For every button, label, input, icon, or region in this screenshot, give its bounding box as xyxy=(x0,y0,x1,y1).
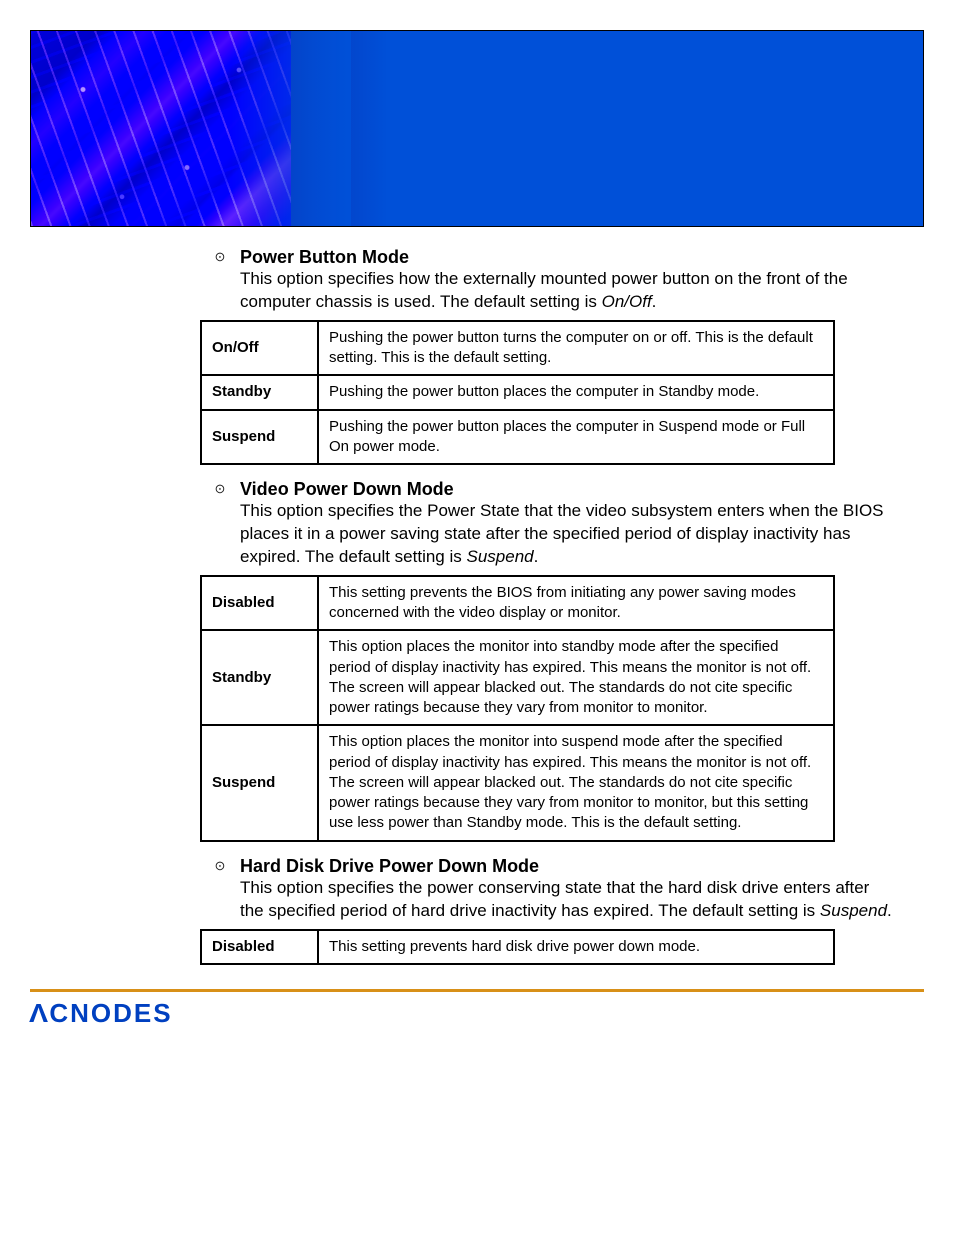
table-row: Standby This option places the monitor i… xyxy=(201,630,834,725)
section-body-em: Suspend xyxy=(467,547,534,566)
section-body-post: . xyxy=(652,292,657,311)
section-body-text: This option specifies the Power State th… xyxy=(240,501,884,566)
section-hdd-power-down: ⊙ Hard Disk Drive Power Down Mode This o… xyxy=(200,856,894,923)
bullet-icon: ⊙ xyxy=(200,479,240,497)
section-title: Power Button Mode xyxy=(240,247,409,268)
options-table-video: Disabled This setting prevents the BIOS … xyxy=(200,575,835,842)
section-body-em: Suspend xyxy=(820,901,887,920)
footer-divider xyxy=(30,989,924,992)
section-body-text: This option specifies how the externally… xyxy=(240,269,848,311)
option-label: Disabled xyxy=(201,930,318,964)
option-desc: Pushing the power button turns the compu… xyxy=(318,321,834,376)
option-label: On/Off xyxy=(201,321,318,376)
banner-fade xyxy=(231,31,351,226)
table-row: Suspend This option places the monitor i… xyxy=(201,725,834,840)
table-row: Disabled This setting prevents hard disk… xyxy=(201,930,834,964)
brand-logo: ΛCNODES xyxy=(30,998,954,1029)
section-body: This option specifies how the externally… xyxy=(240,268,894,314)
section-body-em: On/Off xyxy=(602,292,652,311)
table-row: Suspend Pushing the power button places … xyxy=(201,410,834,465)
section-body-text: This option specifies the power conservi… xyxy=(240,878,869,920)
option-desc: This setting prevents the BIOS from init… xyxy=(318,576,834,631)
table-row: Standby Pushing the power button places … xyxy=(201,375,834,409)
section-video-power-down: ⊙ Video Power Down Mode This option spec… xyxy=(200,479,894,569)
content: ⊙ Power Button Mode This option specifie… xyxy=(200,247,894,965)
option-desc: This option places the monitor into susp… xyxy=(318,725,834,840)
option-desc: Pushing the power button places the comp… xyxy=(318,410,834,465)
section-body-post: . xyxy=(534,547,539,566)
header-banner xyxy=(30,30,924,227)
options-table-hdd: Disabled This setting prevents hard disk… xyxy=(200,929,835,965)
brand-text: CNODES xyxy=(49,998,172,1028)
option-desc: This setting prevents hard disk drive po… xyxy=(318,930,834,964)
table-row: Disabled This setting prevents the BIOS … xyxy=(201,576,834,631)
option-label: Standby xyxy=(201,630,318,725)
options-table-power-button: On/Off Pushing the power button turns th… xyxy=(200,320,835,465)
section-title: Video Power Down Mode xyxy=(240,479,454,500)
table-row: On/Off Pushing the power button turns th… xyxy=(201,321,834,376)
option-label: Disabled xyxy=(201,576,318,631)
brand-caret-icon: Λ xyxy=(29,998,50,1029)
option-desc: This option places the monitor into stan… xyxy=(318,630,834,725)
section-power-button-mode: ⊙ Power Button Mode This option specifie… xyxy=(200,247,894,314)
section-body: This option specifies the Power State th… xyxy=(240,500,894,569)
option-desc: Pushing the power button places the comp… xyxy=(318,375,834,409)
section-body-post: . xyxy=(887,901,892,920)
option-label: Standby xyxy=(201,375,318,409)
option-label: Suspend xyxy=(201,725,318,840)
bullet-icon: ⊙ xyxy=(200,247,240,265)
option-label: Suspend xyxy=(201,410,318,465)
page: ⊙ Power Button Mode This option specifie… xyxy=(0,30,954,1069)
bullet-icon: ⊙ xyxy=(200,856,240,874)
section-body: This option specifies the power conservi… xyxy=(240,877,894,923)
section-title: Hard Disk Drive Power Down Mode xyxy=(240,856,539,877)
